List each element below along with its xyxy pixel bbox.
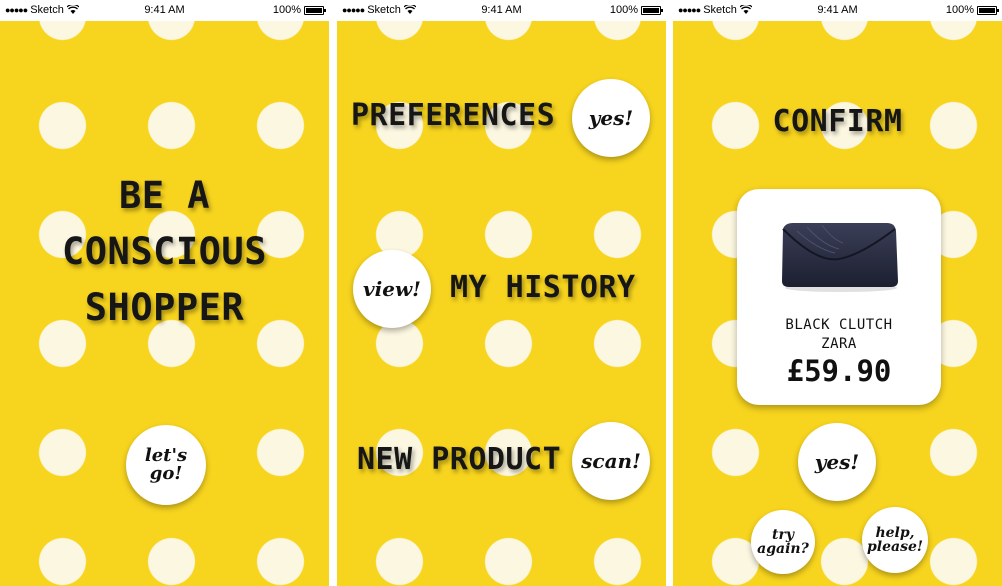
help-button[interactable]: help, please! (862, 507, 928, 573)
battery-icon (977, 5, 999, 15)
screen-welcome: ●●●●● Sketch 9:41 AM 100% BE A CONSCIOUS… (0, 0, 329, 586)
screen-confirm: ●●●●● Sketch 9:41 AM 100% CONFIRM BLACK … (673, 0, 1002, 586)
product-brand: ZARA (821, 336, 857, 352)
headline-line-3: SHOPPER (84, 286, 245, 329)
status-bar: ●●●●● Sketch 9:41 AM 100% (673, 0, 1002, 21)
lets-go-line-2: go! (149, 463, 183, 484)
history-label: MY HISTORY (450, 270, 636, 305)
battery-icon (641, 5, 663, 15)
headline-line-1: BE A (118, 174, 211, 217)
try-again-line-2: again? (757, 541, 809, 557)
help-line-2: please! (866, 539, 924, 555)
history-view-button[interactable]: view! (353, 250, 431, 328)
status-bar: ●●●●● Sketch 9:41 AM 100% (337, 0, 666, 21)
confirm-yes-button[interactable]: yes! (798, 423, 876, 501)
battery-percent: 100% (945, 4, 974, 16)
try-again-line-1: try (772, 527, 794, 543)
product-price: £59.90 (786, 354, 892, 388)
battery-percent: 100% (272, 4, 301, 16)
battery-percent: 100% (609, 4, 638, 16)
battery-icon (304, 5, 326, 15)
new-product-label: NEW PRODUCT (357, 442, 562, 477)
headline-line-2: CONSCIOUS (62, 230, 267, 273)
headline: BE A CONSCIOUS SHOPPER (0, 168, 329, 336)
screen-menu: ●●●●● Sketch 9:41 AM 100% PREFERENCES ye… (337, 0, 666, 586)
try-again-button[interactable]: try again? (751, 510, 815, 574)
lets-go-button[interactable]: let's go! (126, 425, 206, 505)
product-name: BLACK CLUTCH (785, 317, 893, 333)
scan-button[interactable]: scan! (572, 422, 650, 500)
help-line-1: help, (875, 525, 915, 541)
confirm-title: CONFIRM (772, 104, 903, 139)
product-image (782, 223, 898, 292)
preferences-yes-button[interactable]: yes! (572, 79, 650, 157)
preferences-label: PREFERENCES (351, 98, 556, 133)
product-card: BLACK CLUTCH ZARA £59.90 (737, 189, 941, 405)
status-bar: ●●●●● Sketch 9:41 AM 100% (0, 0, 329, 21)
